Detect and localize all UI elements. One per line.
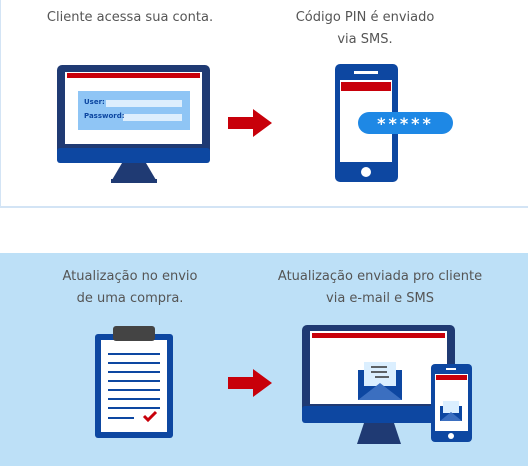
step1-caption: Cliente acessa sua conta. xyxy=(46,10,214,25)
clipboard-checklist-icon xyxy=(95,326,173,438)
arrow-right-icon xyxy=(228,109,272,137)
pin-sms-bubble: ***** xyxy=(358,112,453,134)
monitor-phone-email-icon xyxy=(302,325,472,444)
step4-caption: Atualização enviada pro cliente via e-ma… xyxy=(270,266,490,310)
step4-caption-line2: via e-mail e SMS xyxy=(326,291,434,306)
step3-caption: Atualização no envio de uma compra. xyxy=(40,266,220,310)
step2-caption-line2: via SMS. xyxy=(337,32,393,47)
step2-caption: Código PIN é enviado via SMS. xyxy=(285,7,445,51)
step2-caption-line1: Código PIN é enviado xyxy=(295,10,435,25)
monitor-login-icon xyxy=(57,65,210,183)
user-label: User: xyxy=(84,98,105,106)
envelope-icon xyxy=(358,362,402,400)
password-label: Password: xyxy=(84,112,125,120)
step3-caption-line1: Atualização no envio xyxy=(62,269,198,284)
step4-caption-line1: Atualização enviada pro cliente xyxy=(277,269,483,284)
step3-caption-line2: de uma compra. xyxy=(76,291,184,306)
arrow-right-icon xyxy=(228,369,272,397)
